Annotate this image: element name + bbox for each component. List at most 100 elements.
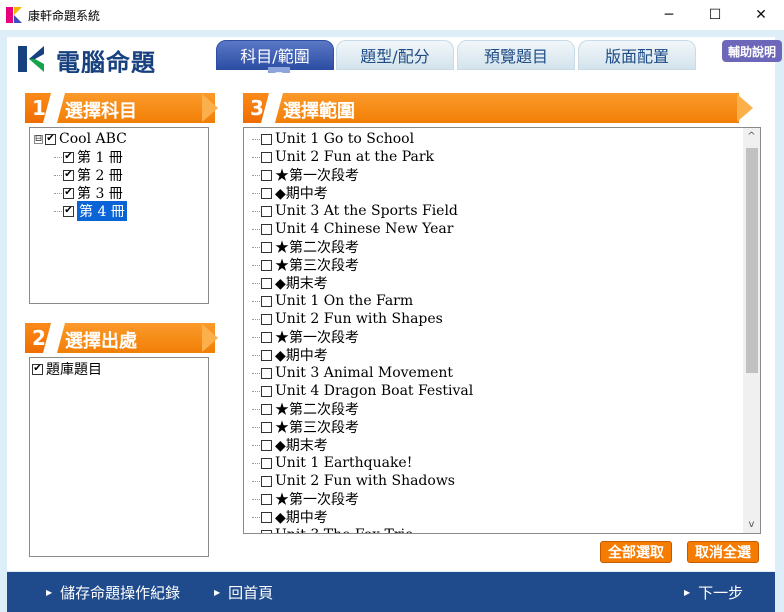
help-button[interactable]: 輔助說明 — [722, 40, 782, 62]
range-item-label: ◆期末考 — [275, 438, 328, 454]
range-item[interactable]: ◆期中考 — [252, 184, 328, 202]
range-item[interactable]: ★第二次段考 — [252, 400, 359, 418]
range-item[interactable]: Unit 3 At the Sports Field — [252, 202, 458, 220]
tree-item-volume-1[interactable]: ✔ 第 1 冊 — [54, 148, 123, 166]
range-item-label: ★第一次段考 — [275, 330, 359, 346]
range-item-label: Unit 3 At the Sports Field — [275, 203, 458, 219]
checkbox-unchecked[interactable] — [261, 241, 272, 253]
range-item[interactable]: ★第二次段考 — [252, 238, 359, 256]
range-item-label: Unit 3 The Fox Trio — [275, 527, 413, 533]
deselect-all-button[interactable]: 取消全選 — [687, 541, 759, 563]
section-arrow-icon — [737, 94, 753, 122]
range-item[interactable]: Unit 1 Go to School — [252, 130, 414, 148]
checkbox-unchecked[interactable] — [261, 313, 272, 325]
checkbox-unchecked[interactable] — [261, 187, 272, 199]
range-item[interactable]: Unit 2 Fun with Shapes — [252, 310, 443, 328]
checkbox-unchecked[interactable] — [261, 295, 272, 307]
close-button[interactable]: ✕ — [738, 0, 784, 30]
range-item[interactable]: ★第一次段考 — [252, 166, 359, 184]
tree-item-label: 第 3 冊 — [77, 186, 123, 202]
range-item[interactable]: Unit 2 Fun at the Park — [252, 148, 434, 166]
scrollbar-thumb[interactable] — [746, 148, 758, 373]
range-item[interactable]: Unit 3 Animal Movement — [252, 364, 453, 382]
range-item[interactable]: Unit 1 On the Farm — [252, 292, 413, 310]
range-item[interactable]: Unit 4 Dragon Boat Festival — [252, 382, 473, 400]
checkbox-checked[interactable]: ✔ — [63, 169, 74, 181]
checkbox-unchecked[interactable] — [261, 385, 272, 397]
range-item[interactable]: ★第三次段考 — [252, 418, 359, 436]
checkbox-unchecked[interactable] — [261, 511, 272, 523]
checkbox-unchecked[interactable] — [261, 133, 272, 145]
maximize-button[interactable]: ☐ — [692, 0, 738, 30]
tree-root-item[interactable]: ⊟ ✔ Cool ABC — [34, 130, 127, 148]
tree-item-volume-3[interactable]: ✔ 第 3 冊 — [54, 184, 123, 202]
range-item-label: Unit 3 Animal Movement — [275, 365, 454, 381]
range-item-label: Unit 4 Dragon Boat Festival — [275, 383, 474, 399]
range-item[interactable]: ◆期末考 — [252, 274, 328, 292]
range-item[interactable]: ◆期中考 — [252, 346, 328, 364]
range-item-label: ◆期中考 — [275, 510, 328, 526]
checkbox-unchecked[interactable] — [261, 457, 272, 469]
checkbox-unchecked[interactable] — [261, 439, 272, 451]
range-item[interactable]: ★第一次段考 — [252, 490, 359, 508]
range-item-label: ★第一次段考 — [275, 168, 359, 184]
range-item-label: ◆期中考 — [275, 186, 328, 202]
checkbox-checked[interactable]: ✔ — [45, 133, 56, 145]
range-item-label: Unit 2 Fun at the Park — [275, 149, 435, 165]
tree-item-volume-4[interactable]: ✔ 第 4 冊 — [54, 201, 127, 221]
checkbox-unchecked[interactable] — [261, 205, 272, 217]
tree-item-label: 第 1 冊 — [77, 150, 123, 166]
range-item-label: ◆期末考 — [275, 276, 328, 292]
bullet-icon: ▶ — [46, 588, 53, 597]
select-all-button[interactable]: 全部選取 — [600, 541, 672, 563]
minimize-button[interactable]: ─ — [646, 0, 692, 30]
next-step-link[interactable]: ▶ 下一步 — [684, 582, 743, 603]
source-item-question-bank[interactable]: ✔ 題庫題目 — [32, 360, 102, 378]
scroll-down-icon[interactable]: v — [743, 516, 760, 533]
range-item[interactable]: ◆期中考 — [252, 508, 328, 526]
checkbox-unchecked[interactable] — [261, 493, 272, 505]
tab-layout-settings[interactable]: 版面配置 — [578, 40, 696, 70]
checkbox-checked[interactable]: ✔ — [32, 363, 43, 375]
checkbox-unchecked[interactable] — [261, 169, 272, 181]
range-item[interactable]: Unit 2 Fun with Shadows — [252, 472, 455, 490]
checkbox-unchecked[interactable] — [261, 331, 272, 343]
tree-item-label: 第 2 冊 — [77, 168, 123, 184]
range-item[interactable]: ★第一次段考 — [252, 328, 359, 346]
range-item[interactable]: ◆期末考 — [252, 436, 328, 454]
checkbox-unchecked[interactable] — [261, 475, 272, 487]
checkbox-unchecked[interactable] — [261, 151, 272, 163]
tree-item-volume-2[interactable]: ✔ 第 2 冊 — [54, 166, 123, 184]
checkbox-unchecked[interactable] — [261, 421, 272, 433]
range-item-label: Unit 1 Earthquake! — [275, 455, 413, 471]
checkbox-unchecked[interactable] — [261, 277, 272, 289]
checkbox-checked[interactable]: ✔ — [63, 151, 74, 163]
collapse-icon[interactable]: ⊟ — [34, 134, 43, 144]
range-list[interactable]: Unit 1 Go to School Unit 2 Fun at the Par… — [243, 127, 761, 534]
checkbox-unchecked[interactable] — [261, 367, 272, 379]
range-item-label: ★第一次段考 — [275, 492, 359, 508]
range-item[interactable]: Unit 3 The Fox Trio — [252, 526, 413, 533]
checkbox-unchecked[interactable] — [261, 349, 272, 361]
range-item[interactable]: Unit 4 Chinese New Year — [252, 220, 453, 238]
checkbox-checked[interactable]: ✔ — [63, 187, 74, 199]
scroll-up-icon[interactable]: ^ — [743, 128, 760, 145]
range-item[interactable]: Unit 1 Earthquake! — [252, 454, 412, 472]
tab-question-type-score[interactable]: 題型/配分 — [336, 40, 454, 70]
subject-tree: ⊟ ✔ Cool ABC ✔ 第 1 冊 ✔ 第 2 冊 ✔ 第 3 冊 ✔ 第… — [29, 127, 209, 304]
range-item[interactable]: ★第三次段考 — [252, 256, 359, 274]
tab-subject-range[interactable]: 科目/範圍 — [216, 40, 334, 70]
checkbox-unchecked[interactable] — [261, 403, 272, 415]
vertical-scrollbar[interactable]: ^ v — [743, 128, 760, 533]
checkbox-unchecked[interactable] — [261, 223, 272, 235]
save-log-link[interactable]: ▶ 儲存命題操作紀錄 — [46, 582, 180, 603]
checkbox-unchecked[interactable] — [261, 529, 272, 533]
tree-item-label: Cool ABC — [59, 131, 127, 147]
tab-preview-questions[interactable]: 預覽題目 — [457, 40, 575, 70]
range-item-label: Unit 2 Fun with Shadows — [275, 473, 455, 489]
source-list: ✔ 題庫題目 — [29, 357, 209, 557]
home-link[interactable]: ▶ 回首頁 — [214, 582, 273, 603]
tree-item-label-selected: 第 4 冊 — [77, 201, 127, 221]
checkbox-unchecked[interactable] — [261, 259, 272, 271]
checkbox-checked[interactable]: ✔ — [63, 205, 74, 217]
